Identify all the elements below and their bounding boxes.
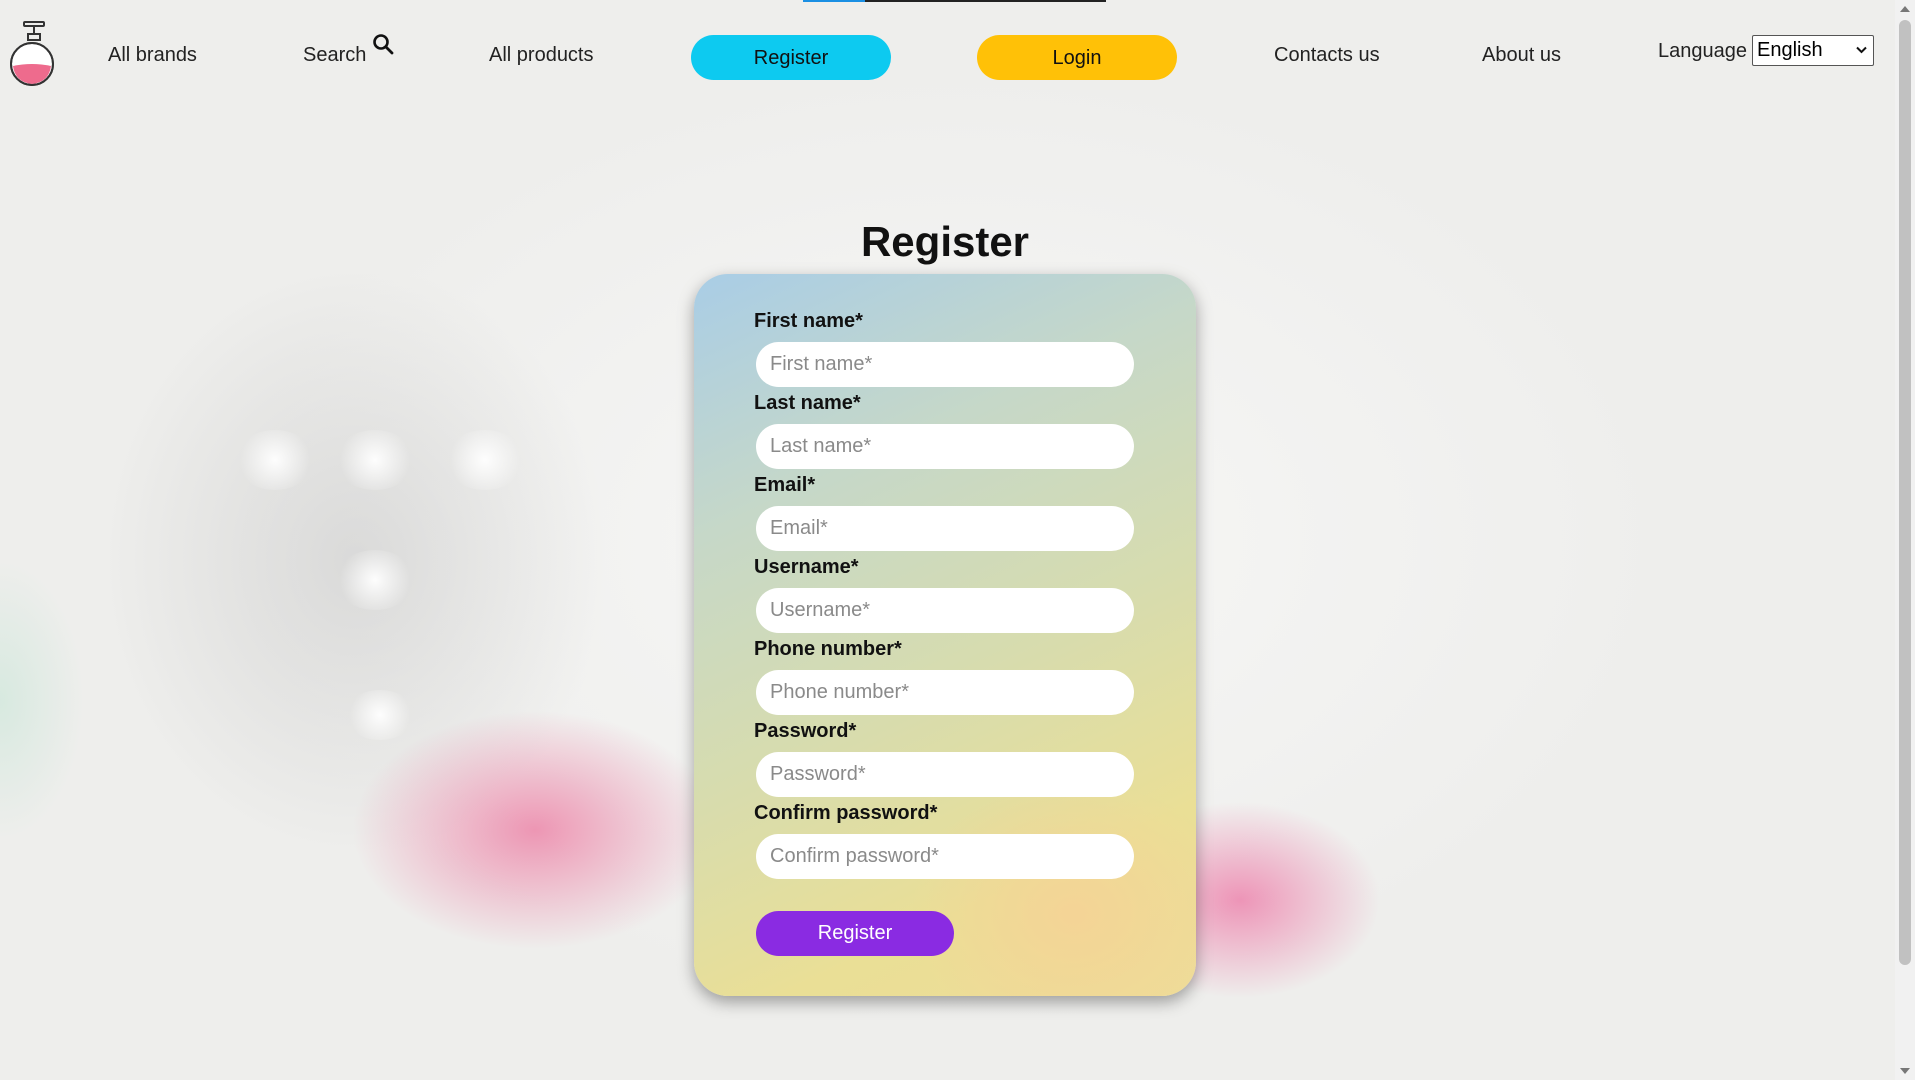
username-input[interactable] [756,588,1134,633]
password-label: Password* [754,720,857,742]
scroll-up-arrow[interactable] [1900,6,1910,12]
login-nav-button[interactable]: Login [977,35,1177,80]
register-form: First name* Last name* Email* Username* … [694,274,1196,996]
scroll-down-arrow[interactable] [1900,1068,1910,1074]
first-name-input[interactable] [756,342,1134,387]
last-name-label: Last name* [754,392,861,414]
nav-about[interactable]: About us [1482,44,1561,67]
language-selected-value: English [1757,39,1823,61]
register-submit-button[interactable]: Register [756,911,954,956]
top-navigation: All brands Search All products Register … [0,0,1895,110]
search-icon[interactable] [372,33,394,55]
password-input[interactable] [756,752,1134,797]
page-title: Register [860,218,1030,265]
background-bokeh [235,430,315,490]
background-bokeh [445,430,525,490]
nav-contacts[interactable]: Contacts us [1274,44,1380,67]
scrollbar-thumb[interactable] [1899,20,1911,965]
email-input[interactable] [756,506,1134,551]
confirm-password-label: Confirm password* [754,802,938,824]
language-label: Language [1658,40,1747,62]
confirm-password-input[interactable] [756,834,1134,879]
nav-search[interactable]: Search [303,44,366,67]
chevron-down-icon [1856,46,1867,54]
nav-all-products[interactable]: All products [489,44,594,67]
first-name-label: First name* [754,310,863,332]
vertical-scrollbar[interactable] [1895,0,1915,1080]
language-select[interactable]: English [1752,35,1874,66]
background-bokeh [335,550,415,610]
top-progress-strip [803,0,1106,2]
username-label: Username* [754,556,859,578]
background-bokeh [335,430,415,490]
background-bokeh [345,690,415,740]
last-name-input[interactable] [756,424,1134,469]
register-nav-button[interactable]: Register [691,35,891,80]
phone-number-label: Phone number* [754,638,902,660]
email-label: Email* [754,474,816,496]
phone-number-input[interactable] [756,670,1134,715]
perfume-bottle-icon[interactable] [8,20,56,86]
nav-all-brands[interactable]: All brands [108,44,197,67]
